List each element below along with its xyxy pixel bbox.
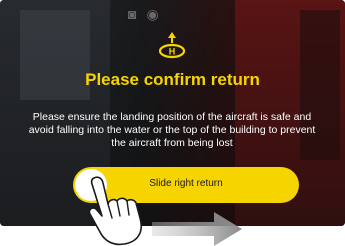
svg-text:H: H <box>169 47 176 57</box>
arrow-right-icon <box>152 212 242 246</box>
status-icons: ◙ ◉ <box>128 6 159 23</box>
camera-icon: ◙ <box>128 6 137 22</box>
app-screen: ◙ ◉ H Please confirm return Please ensur… <box>0 0 345 226</box>
dialog-message: Please ensure the landing position of th… <box>28 111 316 149</box>
return-home-icon: H <box>158 32 186 59</box>
dialog-title: Please confirm return <box>85 70 260 89</box>
hand-pointer-icon <box>88 176 142 246</box>
record-icon: ◉ <box>146 6 159 22</box>
